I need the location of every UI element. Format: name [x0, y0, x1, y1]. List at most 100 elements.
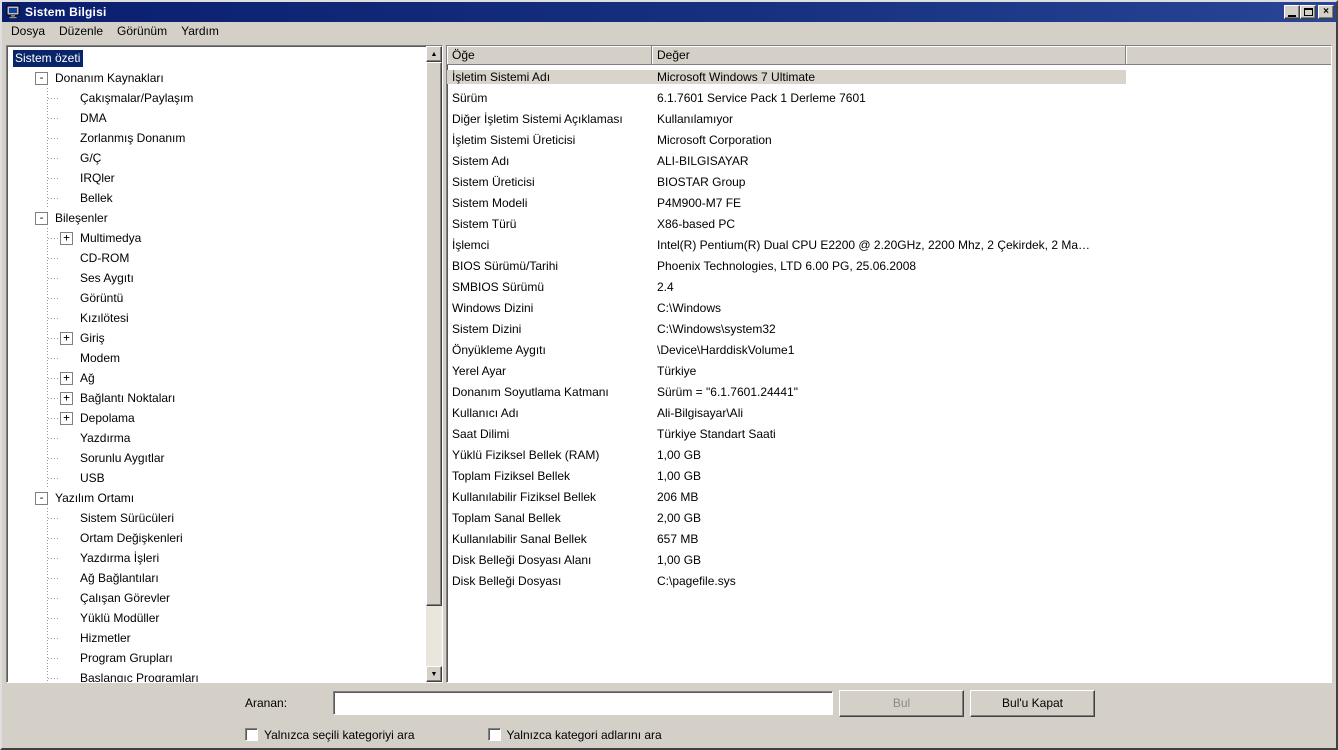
- tree-item-label: Hizmetler: [80, 630, 131, 645]
- column-header-value[interactable]: Değer: [652, 46, 1126, 65]
- table-row[interactable]: Toplam Fiziksel Bellek 1,00 GB: [447, 465, 1331, 486]
- expand-icon[interactable]: +: [60, 411, 73, 425]
- tree-item[interactable]: IRQler: [11, 168, 426, 188]
- tree-item[interactable]: Zorlanmış Donanım: [11, 128, 426, 148]
- value-cell: Intel(R) Pentium(R) Dual CPU E2200 @ 2.2…: [657, 237, 1091, 252]
- collapse-icon[interactable]: -: [35, 71, 48, 85]
- tree-item-label: Sorunlu Aygıtlar: [80, 450, 165, 465]
- table-row[interactable]: Sistem Adı ALI-BILGISAYAR: [447, 150, 1331, 171]
- menu-view[interactable]: Görünüm: [110, 22, 174, 41]
- tree-item[interactable]: Program Grupları: [11, 648, 426, 668]
- table-row[interactable]: İşlemci Intel(R) Pentium(R) Dual CPU E220…: [447, 234, 1331, 255]
- table-row[interactable]: Yüklü Fiziksel Bellek (RAM) 1,00 GB: [447, 444, 1331, 465]
- table-row[interactable]: Diğer İşletim Sistemi Açıklaması Kullanıl…: [447, 108, 1331, 129]
- table-row[interactable]: Sistem Türü X86-based PC: [447, 213, 1331, 234]
- expand-icon[interactable]: +: [60, 371, 73, 385]
- item-cell: Önyükleme Aygıtı: [452, 342, 546, 357]
- expand-icon[interactable]: +: [60, 391, 73, 405]
- collapse-icon[interactable]: -: [35, 491, 48, 505]
- item-cell: Sistem Modeli: [452, 195, 528, 210]
- category-names-checkbox[interactable]: [487, 728, 501, 741]
- table-row[interactable]: Kullanılabilir Sanal Bellek 657 MB: [447, 528, 1331, 549]
- tree-item[interactable]: Modem: [11, 348, 426, 368]
- scrollbar-thumb[interactable]: [426, 62, 442, 606]
- table-row[interactable]: Sistem Modeli P4M900-M7 FE: [447, 192, 1331, 213]
- tree-item[interactable]: USB: [11, 468, 426, 488]
- table-row[interactable]: BIOS Sürümü/Tarihi Phoenix Technologies, …: [447, 255, 1331, 276]
- search-category-names-option[interactable]: Yalnızca kategori adlarını ara: [487, 728, 662, 742]
- search-options-row: Yalnızca seçili kategoriyi ara Yalnızca …: [2, 721, 1336, 748]
- menu-edit[interactable]: Düzenle: [52, 22, 110, 41]
- tree-item[interactable]: Yazdırma İşleri: [11, 548, 426, 568]
- tree-item[interactable]: Hizmetler: [11, 628, 426, 648]
- table-row[interactable]: İşletim Sistemi Üreticisi Microsoft Corpo…: [447, 129, 1331, 150]
- tree-item-label: Zorlanmış Donanım: [80, 130, 186, 145]
- menu-file[interactable]: Dosya: [4, 22, 52, 41]
- item-cell: Kullanılabilir Sanal Bellek: [452, 531, 587, 546]
- tree-item[interactable]: Görüntü: [11, 288, 426, 308]
- scrollbar-track[interactable]: [426, 62, 442, 666]
- tree-item[interactable]: Bellek: [11, 188, 426, 208]
- scroll-up-button[interactable]: ▲: [426, 46, 442, 62]
- tree-item[interactable]: Sorunlu Aygıtlar: [11, 448, 426, 468]
- tree-item[interactable]: DMA: [11, 108, 426, 128]
- tree-item-label: Sistem özeti: [13, 49, 84, 67]
- tree-item-label: Modem: [80, 350, 121, 365]
- tree-item-root[interactable]: Sistem özeti: [11, 48, 426, 68]
- tree-item[interactable]: Ortam Değişkenleri: [11, 528, 426, 548]
- close-button[interactable]: ×: [1318, 5, 1334, 19]
- table-row[interactable]: Sürüm 6.1.7601 Service Pack 1 Derleme 760…: [447, 87, 1331, 108]
- table-row[interactable]: İşletim Sistemi Adı Microsoft Windows 7 U…: [447, 66, 1331, 87]
- tree-item[interactable]: CD-ROM: [11, 248, 426, 268]
- tree-item[interactable]: + Depolama: [11, 408, 426, 428]
- table-row[interactable]: Saat Dilimi Türkiye Standart Saati: [447, 423, 1331, 444]
- search-input[interactable]: [333, 691, 834, 715]
- minimize-button[interactable]: [1284, 5, 1300, 19]
- tree-item[interactable]: Sistem Sürücüleri: [11, 508, 426, 528]
- table-header: Öğe Değer: [447, 46, 1331, 65]
- tree-item[interactable]: Çalışan Görevler: [11, 588, 426, 608]
- item-cell: İşletim Sistemi Üreticisi: [452, 132, 576, 147]
- search-selected-category-option[interactable]: Yalnızca seçili kategoriyi ara: [245, 728, 415, 742]
- selected-category-checkbox[interactable]: [245, 728, 258, 741]
- tree-item[interactable]: Çakışmalar/Paylaşım: [11, 88, 426, 108]
- table-row[interactable]: Sistem Üreticisi BIOSTAR Group: [447, 171, 1331, 192]
- tree-item[interactable]: Ağ Bağlantıları: [11, 568, 426, 588]
- tree-item[interactable]: Başlangıç Programları: [11, 668, 426, 682]
- table-row[interactable]: Toplam Sanal Bellek 2,00 GB: [447, 507, 1331, 528]
- table-row[interactable]: Donanım Soyutlama Katmanı Sürüm = "6.1.76…: [447, 381, 1331, 402]
- table-row[interactable]: Kullanıcı Adı Ali-Bilgisayar\Ali: [447, 402, 1331, 423]
- tree-item[interactable]: - Yazılım Ortamı: [11, 488, 426, 508]
- table-row[interactable]: Windows Dizini C:\Windows: [447, 297, 1331, 318]
- maximize-button[interactable]: [1300, 5, 1316, 19]
- column-header-item[interactable]: Öğe: [447, 46, 652, 65]
- tree-item[interactable]: Ses Aygıtı: [11, 268, 426, 288]
- tree-item[interactable]: G/Ç: [11, 148, 426, 168]
- table-row[interactable]: Sistem Dizini C:\Windows\system32: [447, 318, 1331, 339]
- tree-item[interactable]: - Donanım Kaynakları: [11, 68, 426, 88]
- expand-icon[interactable]: +: [60, 231, 73, 245]
- tree-item[interactable]: + Giriş: [11, 328, 426, 348]
- tree-item[interactable]: Yazdırma: [11, 428, 426, 448]
- tree-item-label: Ağ Bağlantıları: [80, 570, 159, 585]
- table-row[interactable]: Disk Belleği Dosyası Alanı 1,00 GB: [447, 549, 1331, 570]
- find-button[interactable]: Bul: [839, 689, 965, 717]
- table-row[interactable]: SMBIOS Sürümü 2.4: [447, 276, 1331, 297]
- table-row[interactable]: Önyükleme Aygıtı \Device\HarddiskVolume1: [447, 339, 1331, 360]
- tree-item[interactable]: + Multimedya: [11, 228, 426, 248]
- table-row[interactable]: Kullanılabilir Fiziksel Bellek 206 MB: [447, 486, 1331, 507]
- table-row[interactable]: Disk Belleği Dosyası C:\pagefile.sys: [447, 570, 1331, 591]
- item-cell: SMBIOS Sürümü: [452, 279, 545, 294]
- tree-item[interactable]: - Bileşenler: [11, 208, 426, 228]
- tree-scrollbar[interactable]: ▲ ▼: [426, 46, 442, 682]
- tree-item[interactable]: + Ağ: [11, 368, 426, 388]
- tree-item[interactable]: Yüklü Modüller: [11, 608, 426, 628]
- expand-icon[interactable]: +: [60, 331, 73, 345]
- menu-help[interactable]: Yardım: [174, 22, 226, 41]
- tree-item[interactable]: + Bağlantı Noktaları: [11, 388, 426, 408]
- scroll-down-button[interactable]: ▼: [426, 666, 442, 682]
- close-find-button[interactable]: Bul'u Kapat: [970, 689, 1096, 717]
- collapse-icon[interactable]: -: [35, 211, 48, 225]
- tree-item[interactable]: Kızılötesi: [11, 308, 426, 328]
- table-row[interactable]: Yerel Ayar Türkiye: [447, 360, 1331, 381]
